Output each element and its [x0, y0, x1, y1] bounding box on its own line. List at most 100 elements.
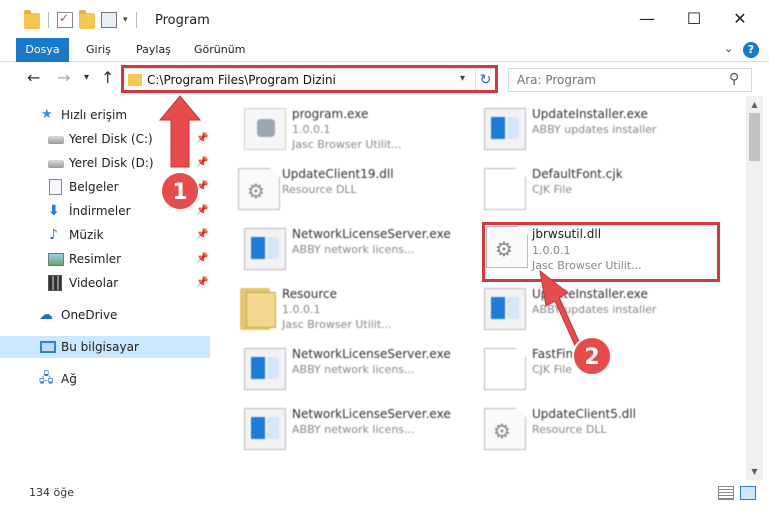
sidebar-item-label: Bu bilgisayar [61, 340, 139, 354]
file-description: Jasc Browser Utilit... [282, 318, 392, 331]
tab-view[interactable]: Görünüm [194, 38, 245, 62]
file-item[interactable]: UpdateClient5.dll Resource DLL [478, 400, 710, 456]
rename-icon[interactable] [101, 11, 117, 28]
folder-icon[interactable] [24, 10, 40, 29]
sidebar-item-label: Müzik [69, 228, 104, 242]
scroll-up-icon[interactable]: ▲ [746, 96, 763, 113]
up-button[interactable]: ↑ [101, 68, 114, 88]
file-item[interactable]: UpdateInstaller.exe ABBY updates install… [478, 280, 710, 336]
drive-icon [48, 136, 64, 144]
sidebar-item-label: Videolar [69, 276, 119, 290]
properties-check-icon[interactable] [57, 11, 73, 28]
file-description: 1.0.0.1 [282, 303, 321, 316]
download-icon: ⬇ [48, 203, 60, 219]
exe-icon [244, 228, 286, 270]
exe-icon [244, 408, 286, 450]
sidebar-item-label: Resimler [69, 252, 122, 266]
sidebar-item-label: OneDrive [61, 308, 118, 322]
file-icon [484, 168, 526, 210]
file-description: Jasc Browser Utilit... [292, 138, 402, 151]
expand-ribbon-chevron-icon[interactable]: ⌄ [724, 42, 733, 55]
file-name: program.exe [292, 107, 369, 121]
file-item[interactable]: program.exe 1.0.0.1 Jasc Browser Utilit.… [238, 100, 470, 156]
sidebar-item-quick-access[interactable]: ★ Hızlı erişim [0, 104, 210, 126]
sidebar-item-videos[interactable]: Videolar 📌 [0, 272, 210, 294]
drive-icon [48, 160, 64, 168]
sidebar-item-pictures[interactable]: Resimler 📌 [0, 248, 210, 270]
pin-icon[interactable]: 📌 [196, 200, 208, 222]
tab-home[interactable]: Giriş [86, 38, 111, 62]
pin-icon[interactable]: 📌 [196, 272, 208, 294]
close-button[interactable]: ✕ [730, 8, 750, 30]
file-item[interactable]: Resource 1.0.0.1 Jasc Browser Utilit... [228, 280, 460, 336]
sidebar-item-local-disk-c[interactable]: Yerel Disk (C:) 📌 [0, 128, 210, 150]
file-name: NetworkLicenseServer.exe [292, 227, 451, 241]
quick-access-toolbar: ▾ [24, 10, 139, 29]
sidebar-item-documents[interactable]: Belgeler 📌 [0, 176, 210, 198]
status-bar: 134 öğe [0, 480, 769, 521]
scrollbar-thumb[interactable] [749, 113, 760, 161]
pin-icon[interactable]: 📌 [196, 248, 208, 270]
file-item[interactable]: FastFind.cjk CJK File [478, 340, 710, 396]
maximize-button[interactable]: ☐ [684, 8, 704, 30]
sidebar-item-this-pc[interactable]: Bu bilgisayar [0, 336, 210, 358]
navigation-pane: ★ Hızlı erişim Yerel Disk (C:) 📌 Yerel D… [0, 96, 214, 476]
file-description: Resource DLL [282, 183, 357, 196]
document-icon [49, 179, 62, 195]
file-description: 1.0.0.1 [292, 123, 331, 136]
customize-toolbar-chevron-icon[interactable]: ▾ [123, 15, 128, 25]
sidebar-item-label: Hızlı erişim [61, 108, 128, 122]
large-icons-view-icon[interactable] [740, 486, 756, 500]
video-icon [48, 275, 62, 291]
program-icon [244, 108, 286, 150]
window-title: Program [155, 13, 210, 28]
separator [48, 11, 49, 28]
search-input[interactable]: Ara: Program ⚲ [508, 68, 752, 92]
tab-file[interactable]: Dosya [16, 38, 69, 62]
scroll-down-icon[interactable]: ▼ [746, 463, 763, 480]
pin-icon[interactable]: 📌 [196, 224, 208, 246]
tab-share[interactable]: Paylaş [136, 38, 171, 62]
sidebar-item-label: Yerel Disk (D:) [69, 156, 154, 170]
file-highlight-box [482, 222, 720, 282]
new-folder-icon[interactable] [79, 10, 95, 29]
file-description: ABBY network licens... [292, 363, 415, 376]
sidebar-item-local-disk-d[interactable]: Yerel Disk (D:) 📌 [0, 152, 210, 174]
file-name: UpdateClient5.dll [532, 407, 636, 421]
pin-icon[interactable]: 📌 [196, 176, 208, 198]
picture-icon [48, 253, 64, 266]
title-bar: ▾ Program — ☐ ✕ [0, 0, 769, 38]
file-item[interactable]: NetworkLicenseServer.exe ABBY network li… [238, 340, 470, 396]
file-description: ABBY network licens... [292, 423, 415, 436]
file-item[interactable]: UpdateInstaller.exe ABBY updates install… [478, 100, 710, 156]
search-icon[interactable]: ⚲ [729, 71, 739, 87]
pin-icon[interactable]: 📌 [196, 152, 208, 174]
sidebar-item-onedrive[interactable]: ☁ OneDrive [0, 304, 210, 326]
file-item[interactable]: NetworkLicenseServer.exe ABBY network li… [238, 400, 470, 456]
ribbon: Dosya Giriş Paylaş Görünüm ⌄ ? [0, 38, 769, 62]
back-button[interactable]: ← [27, 68, 40, 88]
details-view-icon[interactable] [718, 486, 734, 500]
file-item[interactable]: UpdateClient19.dll Resource DLL [228, 160, 460, 216]
cloud-icon: ☁ [39, 307, 53, 323]
folder-icon [240, 288, 276, 330]
sidebar-item-network[interactable]: 🖧 Ağ [0, 368, 210, 390]
file-item[interactable]: NetworkLicenseServer.exe ABBY network li… [238, 220, 470, 276]
file-item[interactable]: DefaultFont.cjk CJK File [478, 160, 710, 216]
pin-icon[interactable]: 📌 [196, 128, 208, 150]
help-icon[interactable]: ? [743, 42, 759, 58]
network-icon: 🖧 [39, 371, 54, 386]
sidebar-item-label: İndirmeler [69, 204, 131, 218]
forward-button[interactable]: → [57, 68, 70, 88]
sidebar-item-label: Belgeler [69, 180, 119, 194]
minimize-button[interactable]: — [637, 8, 657, 30]
file-name: NetworkLicenseServer.exe [292, 347, 451, 361]
file-name: Resource [282, 287, 338, 301]
address-highlight-box [121, 65, 498, 93]
sidebar-item-downloads[interactable]: ⬇ İndirmeler 📌 [0, 200, 210, 222]
recent-locations-chevron-icon[interactable]: ▾ [84, 68, 89, 88]
file-description: CJK File [532, 363, 573, 376]
file-description: CJK File [532, 183, 573, 196]
vertical-scrollbar[interactable]: ▲ ▼ [746, 96, 763, 480]
sidebar-item-music[interactable]: ♪ Müzik 📌 [0, 224, 210, 246]
